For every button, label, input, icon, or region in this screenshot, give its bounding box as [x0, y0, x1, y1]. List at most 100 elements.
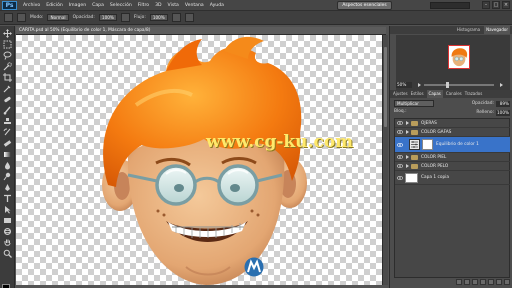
- rectangle-tool-icon[interactable]: [3, 216, 12, 225]
- tab-estilos[interactable]: Estilos: [411, 90, 424, 98]
- quick-selection-tool-icon[interactable]: [3, 62, 12, 71]
- tab-capas[interactable]: Capas: [426, 90, 443, 98]
- layer-row-color-piel[interactable]: COLOR PIEL: [395, 153, 510, 162]
- eye-icon[interactable]: [397, 163, 403, 169]
- expand-triangle-icon[interactable]: [406, 164, 409, 168]
- layer-row-color-gafas[interactable]: COLOR GAFAS: [395, 128, 510, 137]
- zoom-slider[interactable]: [424, 81, 494, 88]
- eye-icon[interactable]: [397, 120, 403, 126]
- tab-histograma[interactable]: Histograma: [457, 26, 480, 34]
- scroll-thumb[interactable]: [384, 47, 387, 127]
- tools-panel: [0, 26, 15, 288]
- expand-triangle-icon[interactable]: [406, 155, 409, 159]
- layer-row-capa-1-copia[interactable]: Capa 1 copia: [395, 171, 510, 185]
- color-balance-adjustment-icon: [409, 139, 420, 150]
- crop-tool-icon[interactable]: [3, 73, 12, 82]
- menu-seleccion[interactable]: Selección: [110, 3, 132, 8]
- search-input[interactable]: [430, 2, 470, 9]
- photoshop-logo: Ps: [2, 0, 17, 10]
- zoom-field[interactable]: 50%: [396, 81, 412, 88]
- menu-imagen[interactable]: Imagen: [69, 3, 86, 8]
- type-tool-icon[interactable]: [3, 194, 12, 203]
- brush-tool-icon[interactable]: [3, 106, 12, 115]
- move-tool-icon[interactable]: [3, 29, 12, 38]
- menu-filtro[interactable]: Filtro: [138, 3, 149, 8]
- menu-bar: Ps Archivo Edición Imagen Capa Selección…: [0, 0, 512, 11]
- pressure-size-icon[interactable]: [184, 13, 194, 22]
- right-panel: Histograma Navegador 50% Ajustes Estilos…: [389, 26, 512, 288]
- close-icon[interactable]: ×: [502, 1, 510, 9]
- path-selection-tool-icon[interactable]: [3, 205, 12, 214]
- brush-preset-icon[interactable]: [4, 13, 13, 22]
- mode-select[interactable]: Normal: [47, 14, 69, 21]
- lasso-tool-icon[interactable]: [3, 51, 12, 60]
- menu-3d[interactable]: 3D: [155, 3, 161, 8]
- new-group-icon[interactable]: [488, 279, 494, 285]
- eye-icon[interactable]: [397, 175, 403, 181]
- new-layer-icon[interactable]: [496, 279, 502, 285]
- layers-list: OJERAS COLOR GAFAS Equilibrio de color 1…: [394, 118, 510, 278]
- vertical-scrollbar[interactable]: [382, 35, 388, 285]
- layer-mask-thumbnail[interactable]: [422, 139, 433, 150]
- layer-opacity-label: Opacidad:: [471, 101, 494, 106]
- layer-thumbnail[interactable]: [405, 172, 418, 183]
- tab-ajustes[interactable]: Ajustes: [393, 90, 408, 98]
- gradient-tool-icon[interactable]: [3, 150, 12, 159]
- layer-style-icon[interactable]: [464, 279, 470, 285]
- menu-capa[interactable]: Capa: [92, 3, 104, 8]
- document-tab[interactable]: CARITA.psd al 50% (Equilibrio de color 1…: [16, 27, 386, 35]
- expand-triangle-icon[interactable]: [406, 121, 409, 125]
- opacity-field[interactable]: 100%: [98, 14, 117, 21]
- zoom-in-icon[interactable]: [500, 82, 503, 87]
- layer-name: COLOR GAFAS: [421, 129, 452, 135]
- maximize-icon[interactable]: □: [492, 1, 500, 9]
- zoom-tool-icon[interactable]: [3, 249, 12, 258]
- menu-edicion[interactable]: Edición: [46, 3, 63, 8]
- marquee-tool-icon[interactable]: [3, 40, 12, 49]
- adjustment-layer-icon[interactable]: [480, 279, 486, 285]
- layers-panel-tabs: Ajustes Estilos Capas Canales Trazados: [390, 90, 512, 98]
- layers-footer: [394, 279, 510, 287]
- pen-tool-icon[interactable]: [3, 183, 12, 192]
- zoom-slider-knob[interactable]: [446, 81, 449, 88]
- menu-ayuda[interactable]: Ayuda: [210, 3, 224, 8]
- tab-navegador[interactable]: Navegador: [484, 26, 510, 34]
- blend-mode-select[interactable]: Multiplicar: [394, 100, 434, 107]
- menu-vista[interactable]: Vista: [168, 3, 179, 8]
- layer-row-equilibrio-de-color[interactable]: Equilibrio de color 1: [395, 137, 510, 153]
- flow-field[interactable]: 100%: [149, 14, 168, 21]
- airbrush-icon[interactable]: [171, 13, 181, 22]
- eye-icon[interactable]: [397, 142, 403, 148]
- expand-triangle-icon[interactable]: [406, 130, 409, 134]
- tab-canales[interactable]: Canales: [446, 90, 462, 98]
- eye-icon[interactable]: [397, 129, 403, 135]
- eraser-tool-icon[interactable]: [3, 139, 12, 148]
- pressure-opacity-icon[interactable]: [120, 13, 130, 22]
- layer-row-color-pelo[interactable]: COLOR PELO: [395, 162, 510, 171]
- menu-archivo[interactable]: Archivo: [23, 3, 40, 8]
- workspace-switcher-button[interactable]: Aspectos esenciales: [337, 1, 392, 10]
- dodge-tool-icon[interactable]: [3, 172, 12, 181]
- layer-row-ojeras[interactable]: OJERAS: [395, 119, 510, 128]
- eye-icon[interactable]: [397, 154, 403, 160]
- trash-icon[interactable]: [504, 279, 510, 285]
- clone-stamp-tool-icon[interactable]: [3, 117, 12, 126]
- zoom-out-icon[interactable]: [418, 82, 421, 87]
- canvas[interactable]: www.cg-ku.com: [16, 35, 382, 285]
- hand-tool-icon[interactable]: [3, 238, 12, 247]
- brush-panel-icon[interactable]: [17, 13, 26, 22]
- minimize-icon[interactable]: –: [482, 1, 490, 9]
- tab-trazados[interactable]: Trazados: [465, 90, 483, 98]
- add-mask-icon[interactable]: [472, 279, 478, 285]
- menu-ventana[interactable]: Ventana: [185, 3, 204, 8]
- foreground-color-swatch[interactable]: [2, 284, 10, 288]
- history-brush-tool-icon[interactable]: [3, 128, 12, 137]
- fill-field[interactable]: 100%: [496, 109, 510, 116]
- eyedropper-tool-icon[interactable]: [3, 84, 12, 93]
- 3d-rotate-tool-icon[interactable]: [3, 227, 12, 236]
- blur-tool-icon[interactable]: [3, 161, 12, 170]
- layer-opacity-field[interactable]: 89%: [496, 100, 510, 107]
- link-layers-icon[interactable]: [456, 279, 462, 285]
- folder-icon: [411, 154, 418, 160]
- healing-brush-tool-icon[interactable]: [3, 95, 12, 104]
